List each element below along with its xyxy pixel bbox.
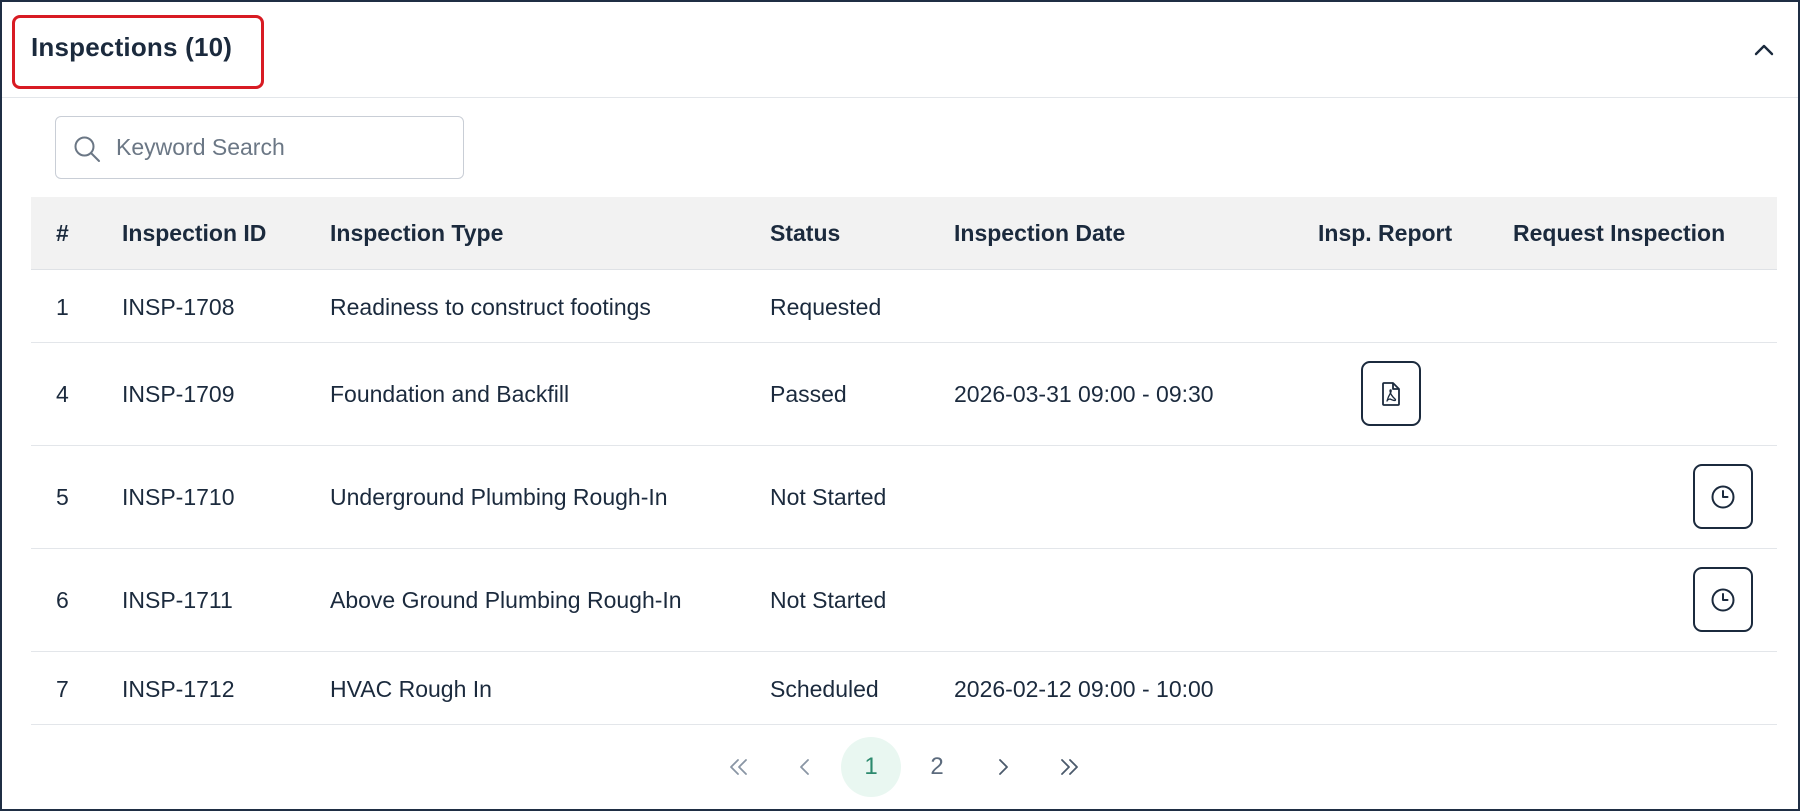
chevron-left-icon: [800, 759, 809, 775]
inspection-id: INSP-1710: [122, 484, 235, 510]
pagination: 1 2: [2, 735, 1798, 797]
panel-header: Inspections (10): [2, 2, 1798, 98]
row-number: 1: [56, 294, 69, 320]
clock-icon: [1711, 588, 1735, 611]
inspections-table: # Inspection ID Inspection Type Status I…: [31, 197, 1777, 725]
collapse-button[interactable]: [1748, 34, 1780, 66]
chevron-right-icon: [999, 759, 1008, 775]
inspection-id: INSP-1709: [122, 381, 235, 407]
inspection-id: INSP-1711: [122, 587, 233, 613]
chevron-up-icon: [1754, 44, 1774, 56]
inspection-type: Foundation and Backfill: [330, 381, 570, 407]
inspection-id: INSP-1712: [122, 676, 235, 702]
table-row: 7 INSP-1712 HVAC Rough In Scheduled 2026…: [31, 652, 1777, 725]
first-page-button[interactable]: [709, 737, 769, 797]
clock-icon: [1711, 485, 1735, 508]
double-chevron-right-icon: [1061, 759, 1078, 775]
previous-page-button[interactable]: [775, 737, 835, 797]
search-icon: [74, 136, 100, 162]
inspection-status: Not Started: [770, 587, 887, 613]
table-row: 6 INSP-1711 Above Ground Plumbing Rough-…: [31, 549, 1777, 652]
inspection-type: Readiness to construct footings: [330, 294, 651, 320]
panel-title: Inspections (10): [31, 32, 233, 62]
inspection-status: Scheduled: [770, 676, 879, 702]
table-header: # Inspection ID Inspection Type Status I…: [31, 197, 1777, 270]
column-header-inspection-date[interactable]: Inspection Date: [954, 197, 1125, 270]
inspections-panel: Inspections (10) # Inspection ID Inspect…: [0, 0, 1800, 811]
view-report-button[interactable]: [1361, 361, 1421, 426]
inspection-status: Requested: [770, 294, 882, 320]
row-number: 6: [56, 587, 69, 613]
column-header-insp-report[interactable]: Insp. Report: [1318, 197, 1452, 270]
inspection-type: Above Ground Plumbing Rough-In: [330, 587, 682, 613]
next-page-button[interactable]: [973, 737, 1033, 797]
inspection-id: INSP-1708: [122, 294, 235, 320]
table-row: 1 INSP-1708 Readiness to construct footi…: [31, 270, 1777, 343]
column-header-number[interactable]: #: [56, 197, 69, 270]
inspection-date: 2026-03-31 09:00 - 09:30: [954, 381, 1214, 407]
last-page-button[interactable]: [1039, 737, 1099, 797]
request-inspection-button[interactable]: [1693, 464, 1753, 529]
column-header-request-inspection[interactable]: Request Inspection: [1513, 197, 1725, 270]
page-1-button[interactable]: 1: [841, 737, 901, 797]
inspection-status: Passed: [770, 381, 847, 407]
page-2-button[interactable]: 2: [907, 737, 967, 797]
column-header-inspection-id[interactable]: Inspection ID: [122, 197, 266, 270]
inspection-type: HVAC Rough In: [330, 676, 492, 702]
inspection-status: Not Started: [770, 484, 887, 510]
double-chevron-left-icon: [730, 759, 747, 775]
table-row: 4 INSP-1709 Foundation and Backfill Pass…: [31, 343, 1777, 446]
keyword-search[interactable]: [55, 116, 464, 179]
row-number: 4: [56, 381, 69, 407]
search-input[interactable]: [116, 125, 446, 170]
request-inspection-button[interactable]: [1693, 567, 1753, 632]
table-row: 5 INSP-1710 Underground Plumbing Rough-I…: [31, 446, 1777, 549]
column-header-status[interactable]: Status: [770, 197, 840, 270]
inspection-date: 2026-02-12 09:00 - 10:00: [954, 676, 1214, 702]
column-header-inspection-type[interactable]: Inspection Type: [330, 197, 503, 270]
row-number: 7: [56, 676, 69, 702]
pdf-file-icon: [1382, 381, 1400, 406]
row-number: 5: [56, 484, 69, 510]
inspection-type: Underground Plumbing Rough-In: [330, 484, 668, 510]
